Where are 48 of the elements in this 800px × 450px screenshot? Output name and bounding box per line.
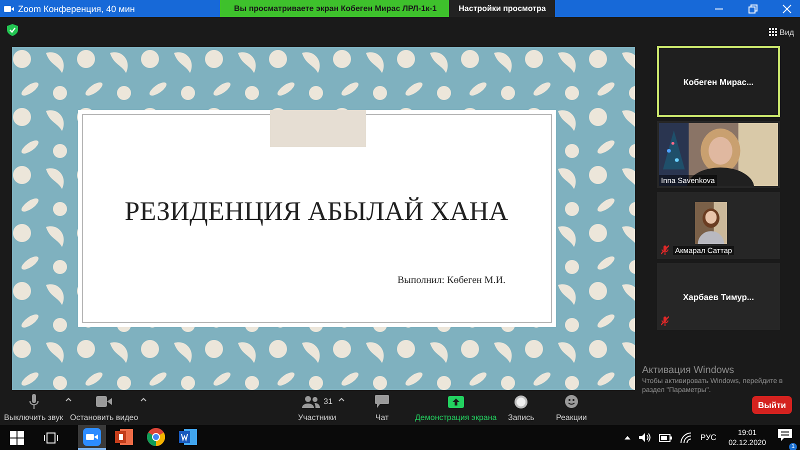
leave-button[interactable]: Выйти bbox=[752, 396, 792, 414]
share-screen-icon bbox=[448, 396, 464, 408]
speaker-icon[interactable] bbox=[639, 432, 652, 443]
activation-title: Активация Windows bbox=[642, 364, 736, 377]
chat-icon bbox=[375, 395, 389, 408]
video-camera-icon bbox=[96, 396, 112, 407]
participant-tile[interactable]: Кобеген Мирас... bbox=[657, 46, 780, 117]
participant-name: Харбаев Тимур... bbox=[682, 292, 754, 302]
battery-icon[interactable] bbox=[659, 434, 672, 442]
participants-button[interactable]: 31 Участники bbox=[298, 393, 336, 422]
share-button[interactable]: Демонстрация экрана bbox=[415, 393, 497, 422]
share-banner: Вы просматриваете экран Кобеген Мирас ЛРЛ-1к-1 bbox=[220, 0, 449, 17]
mic-button[interactable]: Выключить звук bbox=[4, 393, 64, 422]
presentation-app-icon bbox=[115, 428, 133, 446]
caret-icon[interactable] bbox=[338, 397, 346, 402]
document-app-icon bbox=[179, 428, 197, 446]
smiley-icon bbox=[564, 395, 578, 408]
language-indicator[interactable]: РУС bbox=[700, 433, 716, 442]
reactions-button[interactable]: Реакции bbox=[556, 393, 587, 422]
people-icon bbox=[302, 396, 320, 408]
microphone-icon bbox=[28, 394, 39, 409]
caret-icon[interactable] bbox=[140, 397, 148, 402]
participant-tile[interactable]: Харбаев Тимур... bbox=[657, 263, 780, 330]
shield-icon[interactable] bbox=[7, 24, 18, 36]
wifi-icon[interactable] bbox=[680, 432, 692, 443]
record-icon bbox=[514, 394, 528, 408]
participant-name: Кобеген Мирас... bbox=[683, 76, 754, 86]
close-icon[interactable] bbox=[782, 4, 792, 14]
participant-count: 31 bbox=[324, 397, 333, 406]
caret-icon[interactable] bbox=[65, 397, 72, 402]
task-view-icon[interactable] bbox=[44, 432, 58, 444]
slide-title: РЕЗИДЕНЦИЯ АБЫЛАЙ ХАНА bbox=[124, 196, 508, 227]
browser-icon bbox=[147, 428, 165, 446]
video-button[interactable]: Остановить видео bbox=[70, 393, 138, 422]
grid-icon bbox=[768, 28, 777, 36]
slide-author: Выполнил: Көбеген М.И. bbox=[397, 275, 506, 286]
caret-icon[interactable] bbox=[624, 435, 632, 440]
window-title: Zoom Конференция, 40 мин bbox=[18, 4, 135, 14]
notifications-icon[interactable] bbox=[778, 428, 792, 442]
windows-logo-icon[interactable] bbox=[10, 430, 24, 444]
chat-button[interactable]: Чат bbox=[375, 393, 389, 422]
taskbar-app[interactable] bbox=[78, 425, 106, 450]
video-camera-icon bbox=[83, 428, 101, 446]
restore-icon[interactable] bbox=[748, 4, 758, 14]
record-button[interactable]: Запись bbox=[508, 393, 534, 422]
view-button[interactable]: Вид bbox=[768, 28, 794, 36]
view-options-button[interactable]: Настройки просмотра bbox=[448, 0, 555, 17]
video-camera-icon bbox=[4, 4, 14, 12]
